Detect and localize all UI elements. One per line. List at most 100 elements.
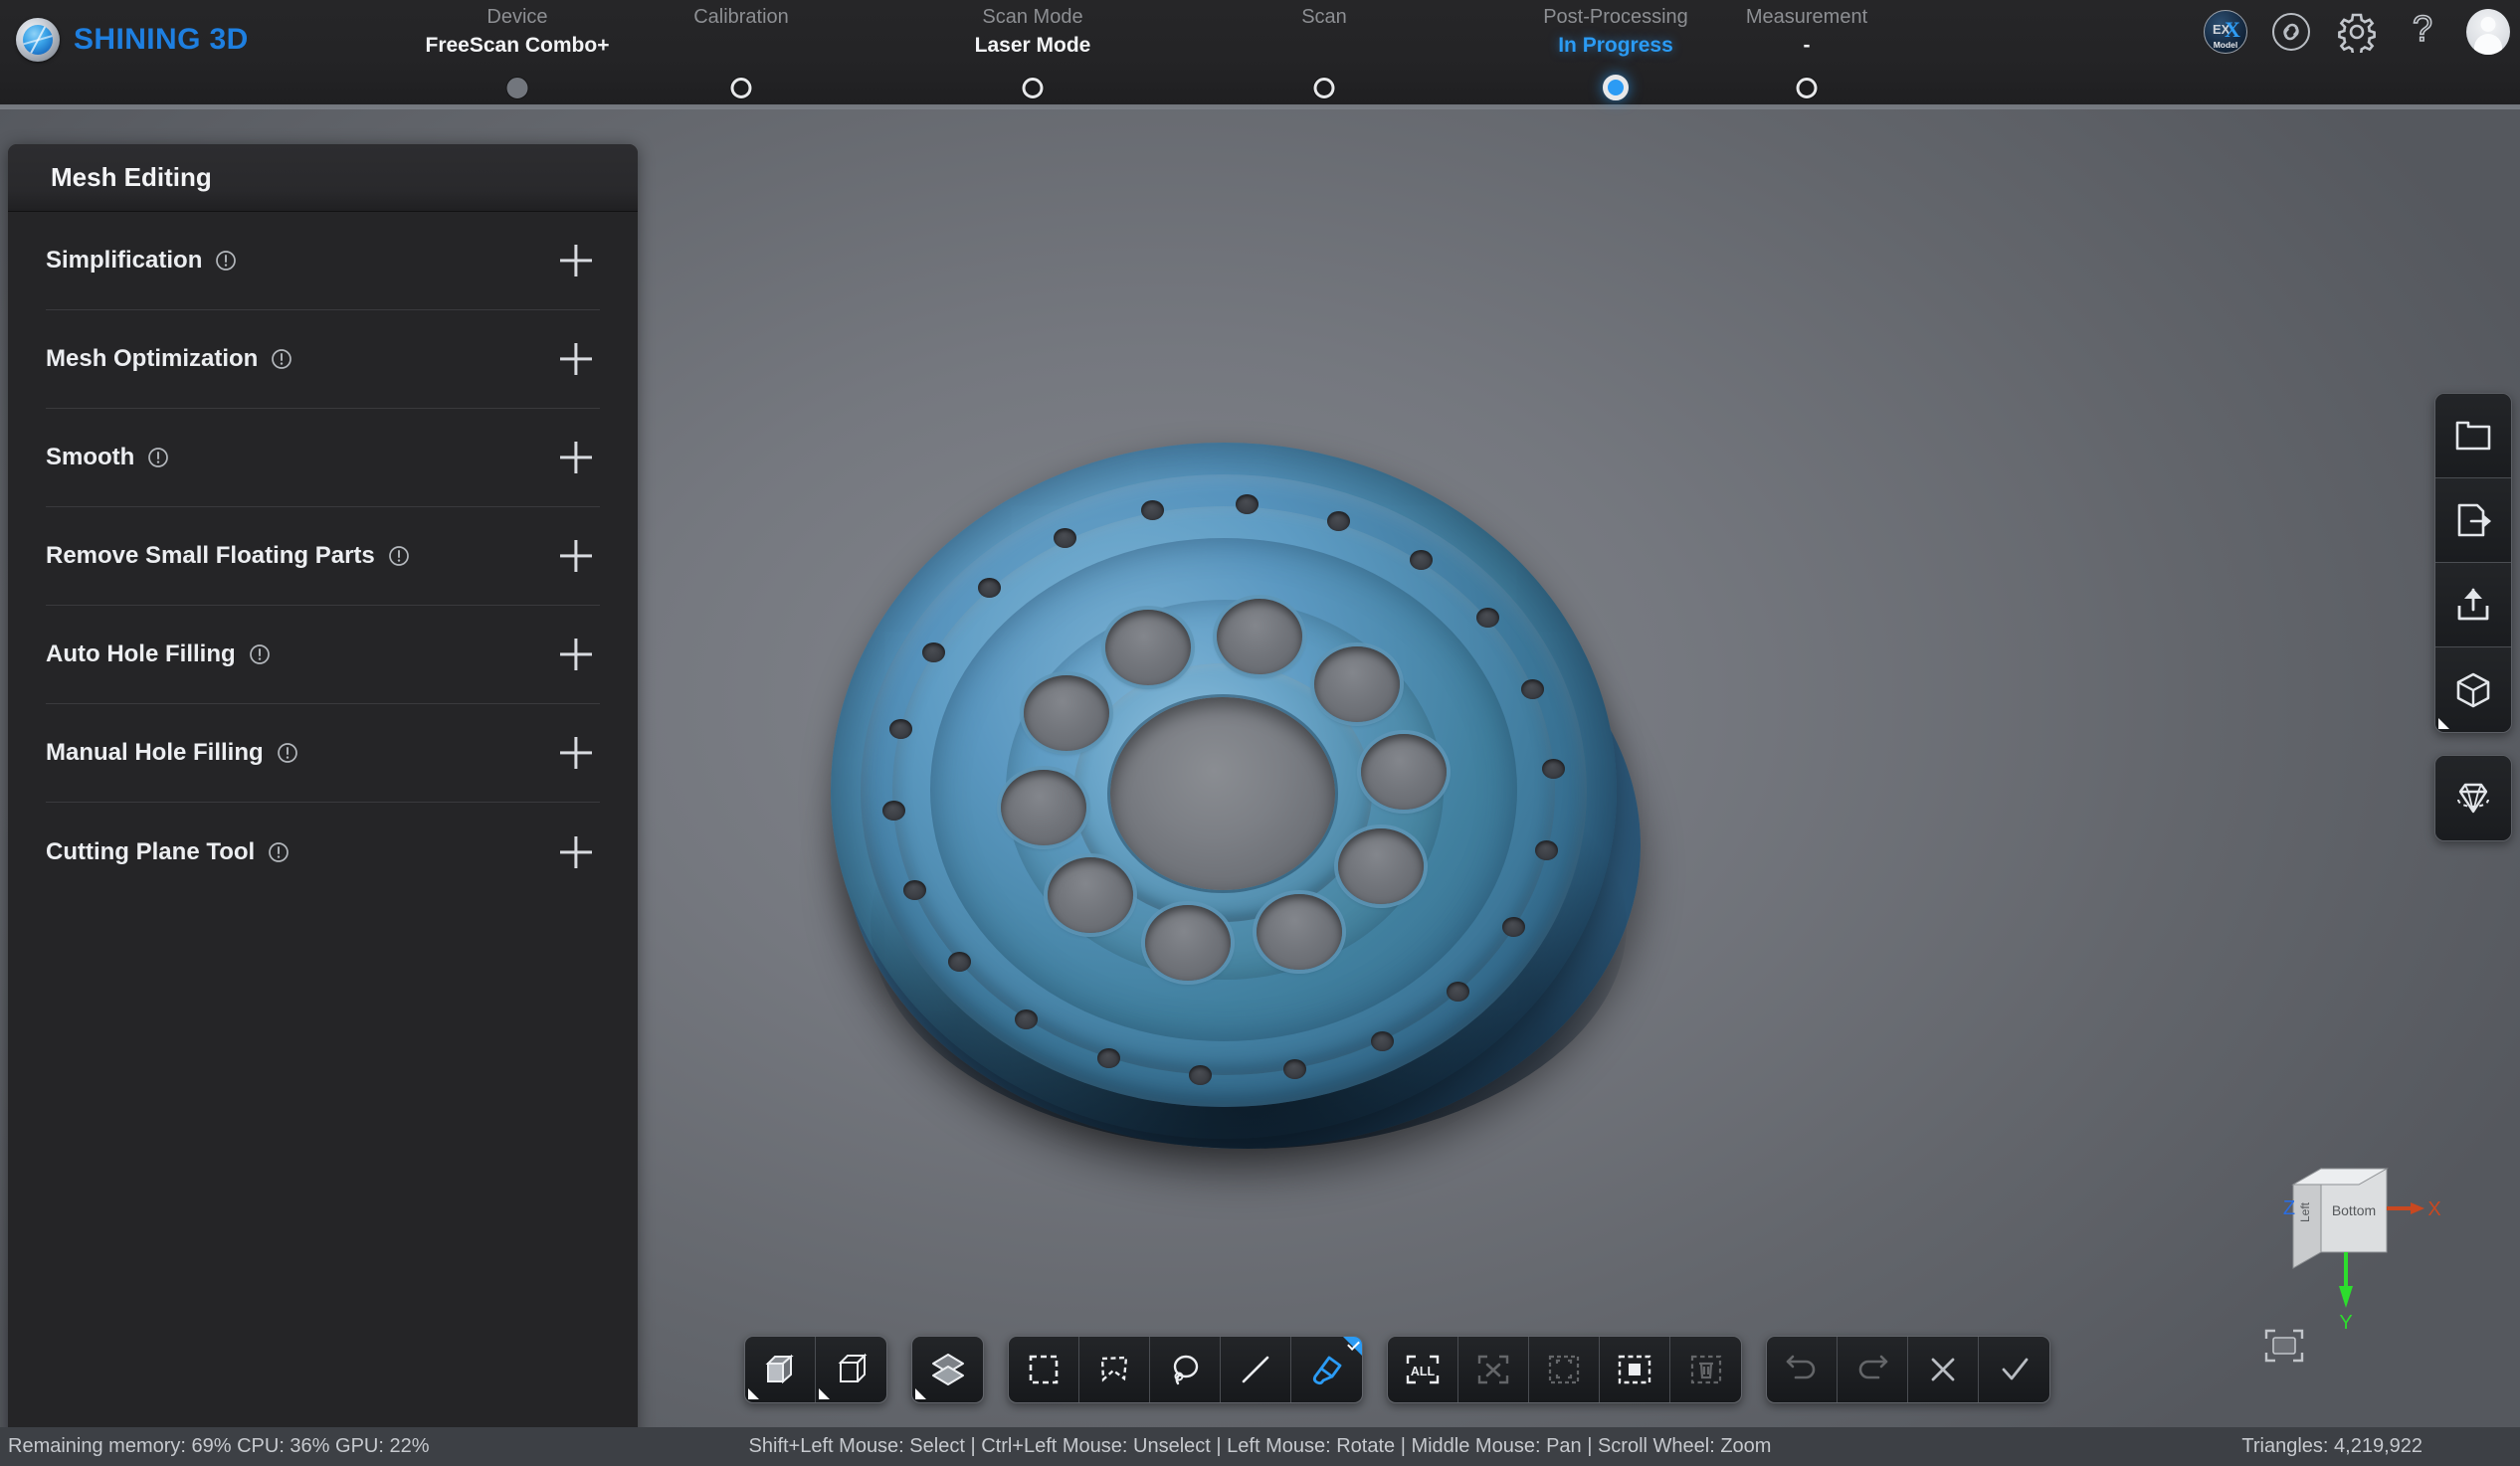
panel-title: Mesh Editing — [8, 144, 638, 212]
shading-mode-icon[interactable] — [745, 1337, 816, 1402]
panel-item-expand-icon[interactable] — [556, 733, 596, 773]
panel-item-expand-icon[interactable] — [556, 339, 596, 379]
panel-item-expand-icon[interactable] — [556, 536, 596, 576]
step-label: Measurement — [1667, 4, 1946, 30]
model-pin-hole — [1097, 1048, 1120, 1068]
model-center-bore — [1110, 697, 1335, 890]
model-pin-hole — [903, 880, 926, 900]
axis-label-z: Z — [2283, 1197, 2295, 1219]
panel-item-list: SimplificationMesh OptimizationSmooth Rem… — [8, 212, 638, 901]
export-file-icon[interactable] — [2435, 478, 2511, 563]
right-toolbar — [2434, 393, 2512, 841]
step-measurement[interactable]: Measurement - — [1667, 0, 1946, 104]
model-pin-hole — [1535, 840, 1558, 860]
info-circle-icon[interactable] — [388, 545, 410, 567]
step-scan[interactable]: Scan — [1185, 0, 1463, 104]
panel-item-cutting-plane-tool[interactable]: Cutting Plane Tool — [46, 803, 600, 901]
info-circle-icon[interactable] — [147, 447, 169, 468]
model-bolt-hole — [1001, 770, 1086, 845]
upload-share-icon[interactable] — [2435, 563, 2511, 647]
exmodel-sub-label: Model — [2205, 40, 2246, 50]
panel-item-smooth[interactable]: Smooth — [46, 409, 600, 507]
info-circle-icon[interactable] — [215, 250, 237, 272]
gear-icon[interactable] — [2335, 10, 2379, 54]
link-icon[interactable] — [2269, 10, 2313, 54]
delete-selection-icon[interactable] — [1670, 1337, 1741, 1402]
invert-select-icon[interactable] — [1529, 1337, 1600, 1402]
panel-item-mesh-optimization[interactable]: Mesh Optimization — [46, 310, 600, 409]
model-pin-hole — [1015, 1009, 1038, 1029]
mouse-hints: Shift+Left Mouse: Select | Ctrl+Left Mou… — [749, 1435, 1772, 1458]
right-toolbar-group-quality — [2434, 755, 2512, 841]
bottom-toolbar: ALL — [744, 1336, 2050, 1403]
header-icon-bar: EX X Model — [2204, 10, 2510, 54]
info-circle-icon[interactable] — [271, 348, 292, 370]
open-project-icon[interactable] — [2435, 394, 2511, 478]
model-pin-hole — [1141, 500, 1164, 520]
polygon-select-icon[interactable] — [1079, 1337, 1150, 1402]
fit-to-view-icon[interactable] — [2262, 1327, 2306, 1370]
confirm-icon[interactable] — [1979, 1337, 2049, 1402]
line-select-icon[interactable] — [1221, 1337, 1291, 1402]
panel-item-expand-icon[interactable] — [556, 438, 596, 477]
model-pin-hole — [1371, 1031, 1394, 1051]
brush-select-icon[interactable] — [1291, 1337, 1362, 1402]
model-pin-hole — [978, 578, 1001, 598]
view-cube-gizmo[interactable]: Bottom Left X Y Z — [2275, 1157, 2464, 1336]
wireframe-mode-icon[interactable] — [816, 1337, 886, 1402]
info-circle-icon[interactable] — [268, 841, 290, 863]
model-bolt-hole — [1257, 894, 1342, 970]
step-scan-mode[interactable]: Scan Mode Laser Mode — [893, 0, 1172, 104]
panel-item-label: Remove Small Floating Parts — [46, 542, 375, 570]
step-dot — [731, 78, 752, 98]
layers-icon[interactable] — [912, 1337, 983, 1402]
scanned-wheel-rim-mesh[interactable] — [831, 403, 1656, 1159]
viewcube-side-label: Left — [2298, 1201, 2312, 1222]
workflow-steps: Device FreeScan Combo+ Calibration Scan … — [378, 0, 2049, 104]
mesh-editing-panel: Mesh Editing SimplificationMesh Optimiza… — [8, 144, 638, 1465]
panel-item-simplification[interactable]: Simplification — [46, 212, 600, 310]
viewcube-front-label: Bottom — [2332, 1202, 2376, 1218]
panel-item-remove-small-floating-parts[interactable]: Remove Small Floating Parts — [46, 507, 600, 606]
step-label: Scan Mode — [893, 4, 1172, 30]
help-icon[interactable]: ? — [2401, 10, 2444, 54]
select-all-icon[interactable]: ALL — [1388, 1337, 1458, 1402]
user-avatar[interactable] — [2466, 10, 2510, 54]
info-circle-icon[interactable] — [277, 742, 298, 764]
model-pin-hole — [948, 952, 971, 972]
axis-label-y: Y — [2339, 1312, 2352, 1334]
step-label: Calibration — [602, 4, 880, 30]
model-pin-hole — [1236, 494, 1259, 514]
model-pin-hole — [1283, 1059, 1306, 1079]
cancel-icon[interactable] — [1908, 1337, 1979, 1402]
status-bar: Remaining memory: 69% CPU: 36% GPU: 22% … — [0, 1427, 2520, 1466]
panel-item-expand-icon[interactable] — [556, 241, 596, 280]
select-visible-icon[interactable] — [1600, 1337, 1670, 1402]
shining-3d-globe-logo — [16, 18, 60, 62]
model-pin-hole — [1447, 982, 1469, 1002]
step-dot — [1023, 78, 1044, 98]
model-pin-hole — [1542, 759, 1565, 779]
view-cube-icon[interactable] — [2435, 647, 2511, 732]
model-bolt-hole — [1314, 646, 1400, 722]
info-circle-icon[interactable] — [249, 643, 271, 665]
rectangle-select-icon[interactable] — [1009, 1337, 1079, 1402]
panel-item-expand-icon[interactable] — [556, 635, 596, 674]
selection-ops-group: ALL — [1387, 1336, 1742, 1403]
step-dot — [1603, 75, 1629, 100]
undo-icon[interactable] — [1767, 1337, 1838, 1402]
step-label: Scan — [1185, 4, 1463, 30]
step-calibration[interactable]: Calibration — [602, 0, 880, 104]
gem-quality-icon[interactable] — [2435, 756, 2511, 840]
redo-icon[interactable] — [1838, 1337, 1908, 1402]
lasso-select-icon[interactable] — [1150, 1337, 1221, 1402]
panel-item-manual-hole-filling[interactable]: Manual Hole Filling — [46, 704, 600, 803]
step-value: Laser Mode — [893, 32, 1172, 60]
panel-item-auto-hole-filling[interactable]: Auto Hole Filling — [46, 606, 600, 704]
exmodel-app-icon[interactable]: EX X Model — [2204, 10, 2247, 54]
brand-logo: SHINING 3D — [16, 18, 249, 62]
panel-item-expand-icon[interactable] — [556, 832, 596, 872]
action-group — [1766, 1336, 2050, 1403]
model-bolt-hole — [1024, 675, 1109, 751]
deselect-all-icon[interactable] — [1458, 1337, 1529, 1402]
